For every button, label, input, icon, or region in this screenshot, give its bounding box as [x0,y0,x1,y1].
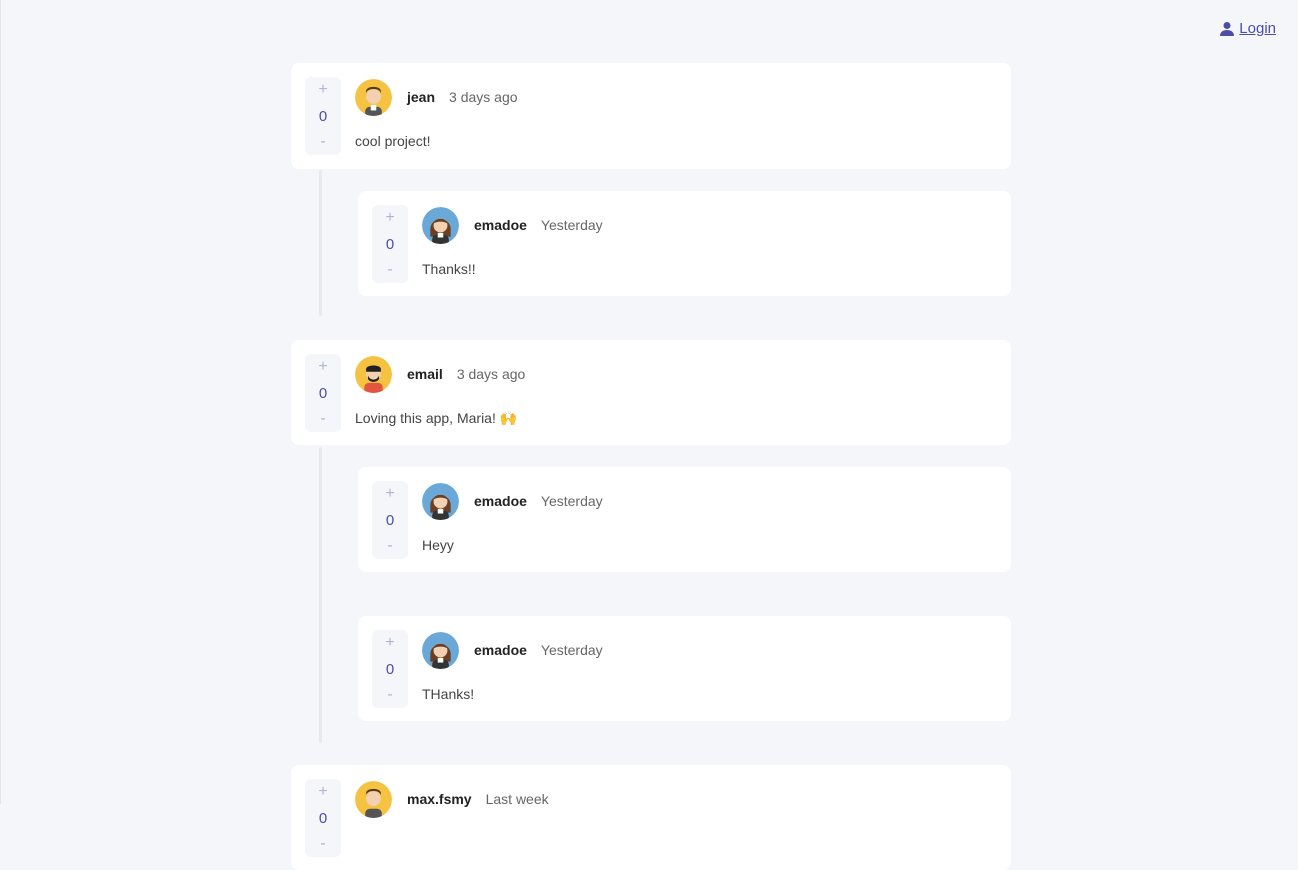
vote-widget: + 0 - [372,205,408,283]
bearded-man-avatar-icon [355,356,392,393]
comment-text: Thanks!! [422,261,476,277]
reply-card: + 0 - emadoe Yesterday Heyy [358,467,1011,572]
comment-username[interactable]: emadoe [474,493,527,509]
female-avatar-icon [422,207,459,244]
user-icon [1220,21,1235,36]
upvote-button[interactable]: + [385,485,394,503]
reply-card: + 0 - emadoe Yesterday THanks! [358,616,1011,721]
comment-time: Yesterday [540,642,603,658]
downvote-button[interactable]: - [387,261,392,279]
login-link[interactable]: Login [1219,20,1276,37]
thread-line [319,447,322,743]
upvote-button[interactable]: + [318,358,327,376]
upvote-button[interactable]: + [385,209,394,227]
comment-text: Loving this app, Maria! 🙌 [355,410,518,426]
comment-text: Heyy [422,537,454,553]
male-avatar-icon [355,781,392,818]
comment-card: + 0 - max.fsmy Last week [291,765,1011,870]
comment-time: 3 days ago [456,366,526,382]
upvote-button[interactable]: + [318,81,327,99]
vote-widget: + 0 - [372,630,408,708]
vote-score: 0 [318,384,328,402]
upvote-button[interactable]: + [318,783,327,801]
downvote-button[interactable]: - [320,133,325,151]
comment-username[interactable]: jean [407,89,435,105]
male-avatar-icon [355,79,392,116]
comment-username[interactable]: emadoe [474,217,527,233]
vote-score: 0 [385,235,395,253]
vote-score: 0 [385,511,395,529]
comment-text: THanks! [422,686,475,702]
comment-card: + 0 - jean 3 days ago cool project! [291,63,1011,169]
comment-time: Last week [485,791,549,807]
reply-card: + 0 - emadoe Yesterday Thanks!! [358,191,1011,296]
comment-time: Yesterday [540,217,603,233]
thread-line [319,170,322,316]
vote-widget: + 0 - [372,481,408,559]
login-label: Login [1239,20,1276,37]
comment-username[interactable]: max.fsmy [407,791,472,807]
comment-text: cool project! [355,133,431,149]
downvote-button[interactable]: - [387,537,392,555]
female-avatar-icon [422,632,459,669]
vote-score: 0 [318,107,328,125]
comment-time: 3 days ago [449,89,518,105]
vote-widget: + 0 - [305,77,341,155]
vote-score: 0 [385,660,395,678]
female-avatar-icon [422,483,459,520]
comment-username[interactable]: email [407,366,443,382]
vote-widget: + 0 - [305,354,341,432]
upvote-button[interactable]: + [385,634,394,652]
downvote-button[interactable]: - [387,686,392,704]
vote-widget: + 0 - [305,779,341,857]
downvote-button[interactable]: - [320,835,325,853]
comment-username[interactable]: emadoe [474,642,527,658]
vote-score: 0 [318,809,328,827]
comment-time: Yesterday [540,493,603,509]
comment-card: + 0 - email 3 days ago Loving this app, … [291,340,1011,445]
downvote-button[interactable]: - [320,410,325,428]
